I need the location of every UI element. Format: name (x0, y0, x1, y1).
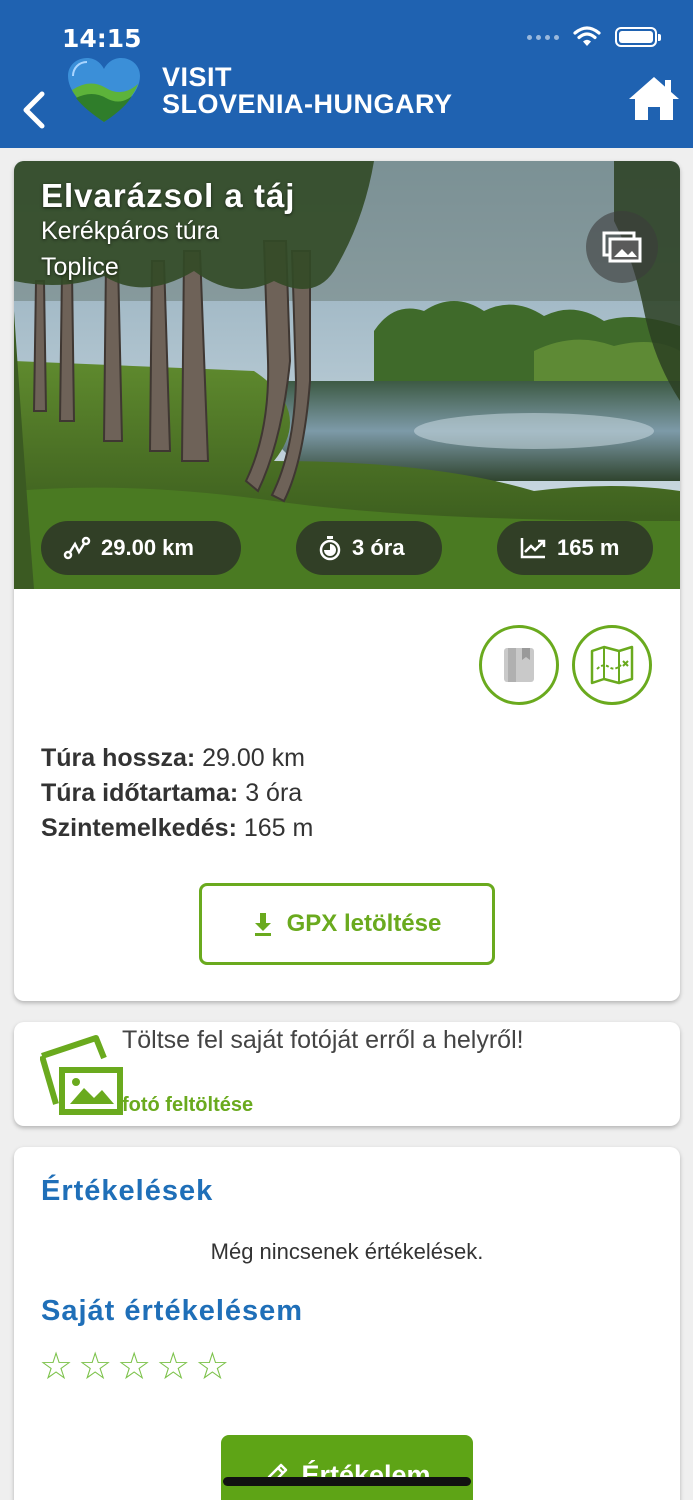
gpx-download-button[interactable]: GPX letöltése (199, 883, 495, 965)
elevation-value: 165 m (557, 535, 620, 560)
tour-card: Elvarázsol a táj Kerékpáros túra Toplice… (14, 161, 680, 1001)
map-button[interactable] (572, 625, 652, 705)
home-button[interactable] (627, 74, 681, 122)
duration-pill: 3 óra (296, 521, 442, 575)
status-icons (527, 26, 661, 48)
signal-icon (527, 34, 559, 40)
tour-location: Toplice (41, 253, 119, 281)
star-3[interactable]: ☆ (117, 1347, 151, 1385)
logo-heart-icon (68, 58, 140, 122)
book-icon (504, 648, 534, 682)
brand-name: VISIT SLOVENIA-HUNGARY (162, 64, 453, 118)
star-4[interactable]: ☆ (156, 1347, 190, 1385)
battery-icon (615, 27, 661, 47)
upload-photo-link[interactable]: fotó feltöltése (122, 1094, 253, 1117)
tour-duration-value: 3 óra (238, 779, 303, 807)
gallery-button[interactable] (586, 211, 658, 283)
brand-line-2: SLOVENIA-HUNGARY (162, 89, 453, 119)
reviews-card: Értékelések Még nincsenek értékelések. S… (14, 1147, 680, 1500)
tour-length-label: Túra hossza: (41, 744, 196, 772)
route-icon (63, 536, 91, 560)
distance-pill: 29.00 km (41, 521, 241, 575)
guide-book-button[interactable] (479, 625, 559, 705)
star-1[interactable]: ☆ (39, 1347, 73, 1385)
distance-value: 29.00 km (101, 535, 194, 560)
photo-upload-icon (40, 1035, 123, 1115)
elevation-chart-icon (520, 538, 546, 559)
upload-prompt: Töltse fel saját fotóját erről a helyről… (122, 1026, 524, 1054)
tour-title: Elvarázsol a táj (41, 177, 296, 214)
stopwatch-icon (319, 536, 341, 561)
photo-upload-card[interactable]: Töltse fel saját fotóját erről a helyről… (14, 1022, 680, 1126)
wifi-icon (573, 26, 601, 46)
tour-hero-image[interactable]: Elvarázsol a táj Kerékpáros túra Toplice… (14, 161, 680, 589)
app-header: 14:15 VISIT SLOVENIA-HUNGARY (0, 0, 693, 148)
download-icon (254, 913, 271, 936)
tour-length-row: Túra hossza: 29.00 km (41, 744, 305, 773)
brand-line-1: VISIT (162, 62, 233, 92)
tour-elevation-label: Szintemelkedés: (41, 814, 237, 842)
tour-elevation-value: 165 m (236, 814, 314, 842)
tour-duration-row: Túra időtartama: 3 óra (41, 779, 302, 808)
reviews-title: Értékelések (41, 1175, 214, 1207)
rate-button[interactable]: Értékelem (221, 1435, 473, 1500)
duration-value: 3 óra (352, 535, 405, 560)
star-5[interactable]: ☆ (195, 1347, 229, 1385)
elevation-pill: 165 m (497, 521, 653, 575)
tour-length-value: 29.00 km (195, 744, 305, 772)
star-rating[interactable]: ☆ ☆ ☆ ☆ ☆ (39, 1347, 229, 1385)
home-indicator[interactable] (223, 1477, 471, 1486)
gpx-download-label: GPX letöltése (286, 910, 442, 937)
gallery-icon (602, 231, 642, 263)
star-2[interactable]: ☆ (78, 1347, 112, 1385)
no-reviews-text: Még nincsenek értékelések. (210, 1239, 484, 1264)
tour-type: Kerékpáros túra (41, 217, 219, 245)
tour-duration-label: Túra időtartama: (41, 779, 239, 807)
tour-elevation-row: Szintemelkedés: 165 m (41, 814, 313, 843)
map-icon (590, 645, 634, 685)
status-time: 14:15 (62, 24, 142, 53)
my-review-title: Saját értékelésem (41, 1295, 304, 1327)
back-button[interactable] (18, 88, 52, 132)
